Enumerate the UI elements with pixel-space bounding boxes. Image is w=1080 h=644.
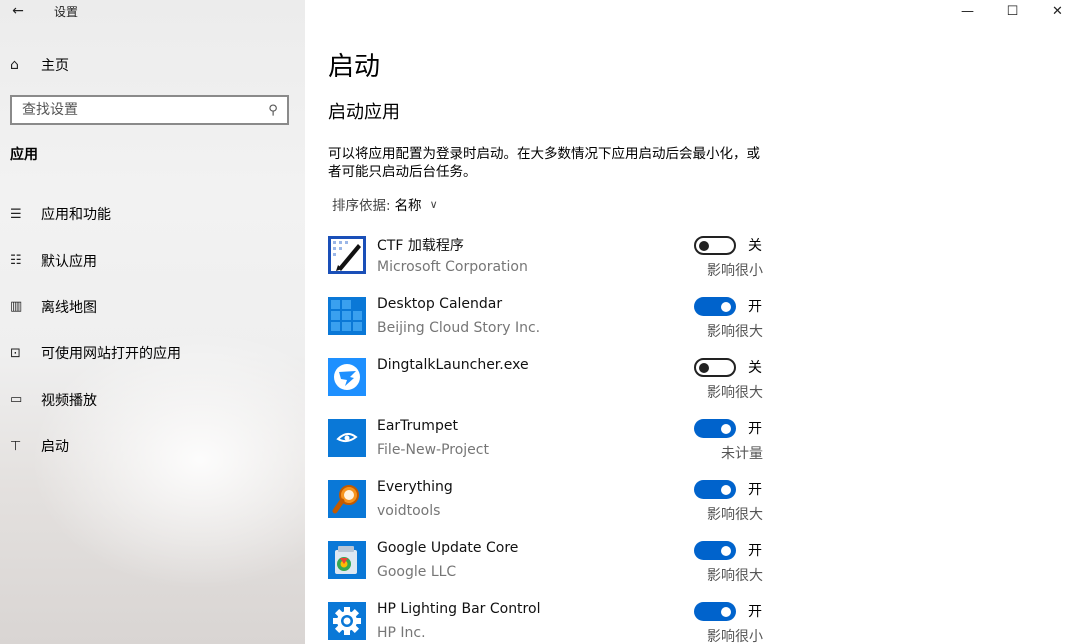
sort-value: 名称 (394, 198, 422, 214)
title-bar: ← 设置 (0, 0, 78, 22)
app-row-desktop-calendar: Desktop Calendar Beijing Cloud Story Inc… (328, 294, 1080, 355)
toggle-state-label: 开 (748, 482, 762, 498)
sort-label: 排序依据: (332, 198, 391, 214)
toggle-state-label: 关 (748, 238, 762, 254)
offline-maps-icon: ▥ (10, 299, 23, 315)
app-row-hp-lighting: HP Lighting Bar Control HP Inc. 开 影响很小 (328, 599, 1080, 644)
search-icon[interactable]: ⚲ (259, 103, 287, 118)
hp-gear-icon (328, 602, 366, 640)
toggle-state-label: 开 (748, 299, 762, 315)
sort-dropdown[interactable]: 排序依据: 名称 ∨ (332, 194, 438, 215)
app-row-everything: Everything voidtools 开 影响很大 (328, 477, 1080, 538)
sidebar-item-label: 启动 (41, 439, 69, 456)
startup-toggle[interactable] (694, 480, 736, 499)
dingtalk-icon (328, 358, 366, 396)
sidebar-item-startup[interactable]: ⊤ 启动 (0, 423, 305, 469)
app-name: DingtalkLauncher.exe (377, 357, 529, 373)
app-name: Desktop Calendar (377, 296, 503, 312)
default-apps-icon: ☷ (10, 253, 22, 269)
startup-impact: 影响很小 (707, 263, 763, 279)
sidebar: ← 设置 ⌂ 主页 ⚲ 应用 ☰ 应用和功能 ☷ 默认应用 ▥ 离线地图 ⊡ 可… (0, 0, 305, 644)
app-name: Everything (377, 479, 453, 495)
app-publisher: File-New-Project (377, 442, 489, 458)
google-update-icon (328, 541, 366, 579)
startup-app-list: CTF 加载程序 Microsoft Corporation 关 影响很小 De… (328, 233, 1080, 644)
startup-toggle[interactable] (694, 541, 736, 560)
home-label: 主页 (41, 58, 69, 74)
eartrumpet-icon (328, 419, 366, 457)
app-row-google-update: Google Update Core Google LLC 开 影响很大 (328, 538, 1080, 599)
toggle-state-label: 开 (748, 604, 762, 620)
sidebar-item-label: 默认应用 (41, 253, 97, 270)
apps-features-icon: ☰ (10, 206, 22, 222)
sidebar-item-label: 视频播放 (41, 392, 97, 409)
sidebar-item-video-playback[interactable]: ▭ 视频播放 (0, 377, 305, 423)
home-icon: ⌂ (10, 57, 19, 73)
startup-impact: 影响很大 (707, 568, 763, 584)
sidebar-item-default-apps[interactable]: ☷ 默认应用 (0, 237, 305, 283)
sidebar-item-apps-features[interactable]: ☰ 应用和功能 (0, 191, 305, 237)
desktop-calendar-icon (328, 297, 366, 335)
toggle-state-label: 关 (748, 360, 762, 376)
app-publisher: Google LLC (377, 564, 457, 580)
search-input[interactable] (12, 97, 259, 123)
app-row-eartrumpet: EarTrumpet File-New-Project 开 未计量 (328, 416, 1080, 477)
sidebar-item-label: 离线地图 (41, 299, 97, 316)
startup-impact: 影响很大 (707, 507, 763, 523)
description: 可以将应用配置为登录时启动。在大多数情况下应用启动后会最小化，或者可能只启动后台… (328, 146, 760, 180)
startup-impact: 影响很大 (707, 385, 763, 401)
startup-impact: 影响很大 (707, 324, 763, 340)
chevron-down-icon: ∨ (429, 197, 438, 211)
app-row-dingtalk: DingtalkLauncher.exe 关 影响很大 (328, 355, 1080, 416)
search-box[interactable]: ⚲ (10, 95, 289, 125)
app-publisher: Microsoft Corporation (377, 259, 528, 275)
sidebar-item-home[interactable]: ⌂ 主页 (10, 52, 69, 78)
startup-toggle[interactable] (694, 236, 736, 255)
app-name: HP Lighting Bar Control (377, 601, 541, 617)
app-publisher: HP Inc. (377, 625, 426, 641)
startup-toggle[interactable] (694, 358, 736, 377)
section-title: 启动应用 (328, 102, 400, 123)
sidebar-item-offline-maps[interactable]: ▥ 离线地图 (0, 284, 305, 330)
startup-impact: 影响很小 (707, 629, 763, 644)
page-title: 启动 (328, 52, 381, 82)
startup-icon: ⊤ (10, 438, 22, 454)
sidebar-nav: ☰ 应用和功能 ☷ 默认应用 ▥ 离线地图 ⊡ 可使用网站打开的应用 ▭ 视频播… (0, 191, 305, 469)
section-label: 应用 (10, 147, 38, 163)
everything-icon (328, 480, 366, 518)
startup-toggle[interactable] (694, 419, 736, 438)
main-content: 启动 启动应用 可以将应用配置为登录时启动。在大多数情况下应用启动后会最小化，或… (305, 0, 1080, 644)
sidebar-item-label: 应用和功能 (41, 207, 111, 224)
app-publisher: Beijing Cloud Story Inc. (377, 320, 541, 336)
startup-toggle[interactable] (694, 297, 736, 316)
window-title: 设置 (54, 4, 79, 19)
app-publisher: voidtools (377, 503, 441, 519)
sidebar-item-label: 可使用网站打开的应用 (41, 346, 181, 363)
toggle-state-label: 开 (748, 421, 762, 437)
startup-impact: 未计量 (721, 446, 763, 462)
app-name: EarTrumpet (377, 418, 458, 434)
app-name: Google Update Core (377, 540, 519, 556)
app-row-ctf-loader: CTF 加载程序 Microsoft Corporation 关 影响很小 (328, 233, 1080, 294)
sidebar-item-apps-for-websites[interactable]: ⊡ 可使用网站打开的应用 (0, 330, 305, 376)
toggle-state-label: 开 (748, 543, 762, 559)
back-button[interactable]: ← (0, 0, 36, 22)
back-arrow-icon: ← (12, 3, 24, 19)
app-name: CTF 加载程序 (377, 238, 464, 254)
startup-toggle[interactable] (694, 602, 736, 621)
video-playback-icon: ▭ (10, 392, 23, 408)
ctf-loader-icon (328, 236, 366, 274)
apps-for-websites-icon: ⊡ (10, 345, 21, 361)
